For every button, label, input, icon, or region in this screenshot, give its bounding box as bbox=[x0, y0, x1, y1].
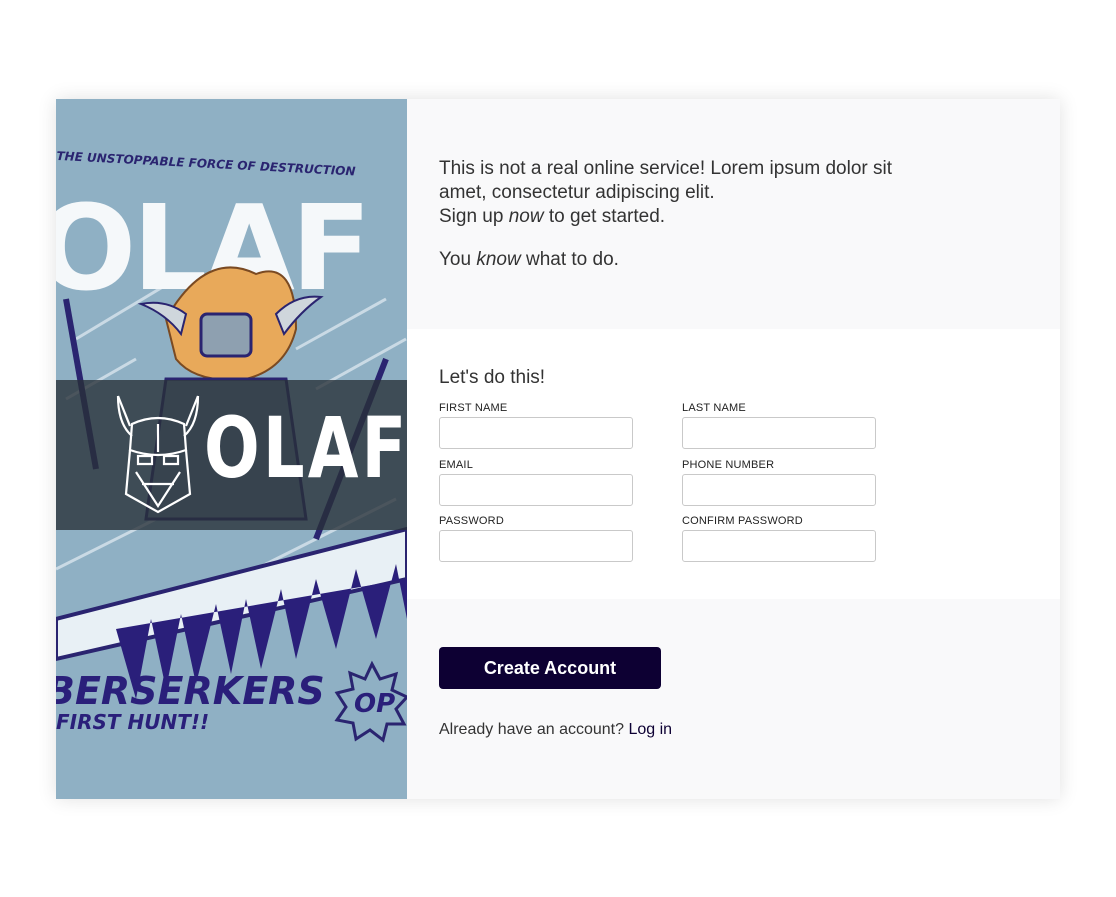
confirm-password-field[interactable] bbox=[682, 530, 876, 562]
intro-line-2: You know what to do. bbox=[439, 249, 619, 270]
last-name-label: LAST NAME bbox=[682, 402, 746, 414]
signup-form: Let's do this! FIRST NAME LAST NAME EMAI… bbox=[407, 329, 1060, 599]
phone-group: PHONE NUMBER bbox=[682, 459, 876, 506]
intro-line-1: This is not a real online service! Lorem… bbox=[439, 158, 893, 227]
art-subtitle-text: BERSERKERS bbox=[56, 669, 325, 713]
first-name-field[interactable] bbox=[439, 417, 633, 449]
form-heading: Let's do this! bbox=[439, 367, 546, 388]
actions-section: Create Account Already have an account? … bbox=[407, 599, 1060, 799]
phone-label: PHONE NUMBER bbox=[682, 459, 775, 471]
first-name-label: FIRST NAME bbox=[439, 402, 508, 414]
last-name-field[interactable] bbox=[682, 417, 876, 449]
email-label: EMAIL bbox=[439, 459, 474, 471]
create-account-button[interactable]: Create Account bbox=[439, 647, 661, 689]
password-group: PASSWORD bbox=[439, 515, 633, 562]
hero-artwork: THE UNSTOPPABLE FORCE OF DESTRUCTION OLA… bbox=[56, 99, 407, 799]
password-field[interactable] bbox=[439, 530, 633, 562]
email-group: EMAIL bbox=[439, 459, 633, 506]
login-link[interactable]: Log in bbox=[628, 721, 672, 738]
first-name-group: FIRST NAME bbox=[439, 402, 633, 449]
login-prompt: Already have an account? Log in bbox=[439, 721, 672, 739]
signup-card: THE UNSTOPPABLE FORCE OF DESTRUCTION OLA… bbox=[56, 99, 1060, 799]
phone-field[interactable] bbox=[682, 474, 876, 506]
password-label: PASSWORD bbox=[439, 515, 504, 527]
intro-section: This is not a real online service! Lorem… bbox=[407, 99, 1060, 329]
brand-wordmark: OLAF bbox=[204, 399, 407, 497]
viking-helmet-icon bbox=[116, 395, 200, 514]
login-prompt-text: Already have an account? bbox=[439, 721, 625, 738]
art-badge-text: OP bbox=[354, 689, 395, 719]
confirm-password-label: CONFIRM PASSWORD bbox=[682, 515, 803, 527]
email-field[interactable] bbox=[439, 474, 633, 506]
art-subtitle2-text: FIRST HUNT!! bbox=[56, 710, 209, 734]
confirm-password-group: CONFIRM PASSWORD bbox=[682, 515, 876, 562]
last-name-group: LAST NAME bbox=[682, 402, 876, 449]
signup-panel: This is not a real online service! Lorem… bbox=[407, 99, 1060, 799]
